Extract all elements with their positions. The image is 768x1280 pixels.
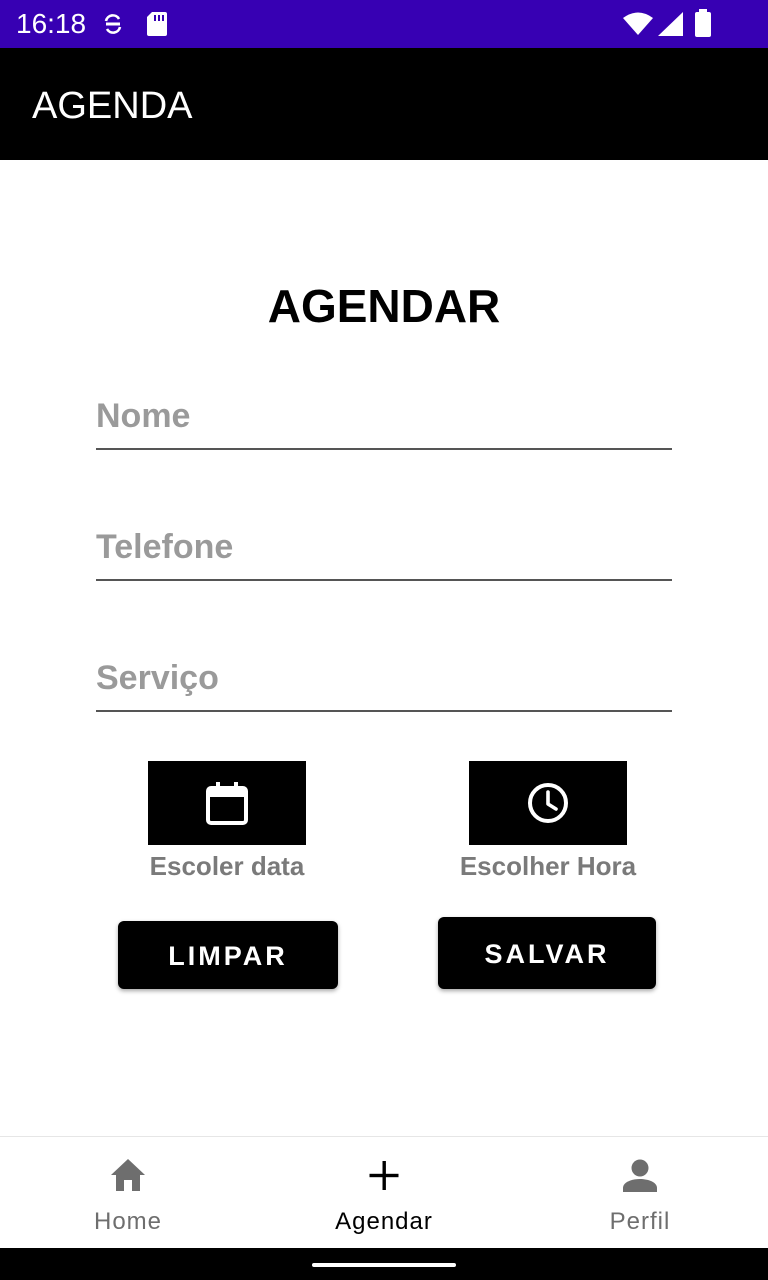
app-title: AGENDA [32,85,193,127]
date-picker-button[interactable] [148,761,306,845]
nav-label-perfil: Perfil [609,1208,671,1235]
telefone-input[interactable] [96,523,672,579]
time-picker-label: Escolher Hora [459,851,637,881]
nome-field [96,392,672,450]
nav-label-agendar: Agendar [335,1208,433,1235]
app-bar: AGENDA [0,48,768,160]
clock-icon [528,783,568,823]
save-button[interactable]: SALVAR [438,917,656,989]
nav-item-perfil[interactable]: Perfil [512,1137,768,1249]
nav-label-home: Home [93,1208,163,1235]
nav-item-home[interactable]: Home [0,1137,256,1249]
gesture-handle[interactable] [312,1263,456,1267]
person-icon [623,1159,657,1192]
wifi-icon [623,12,653,35]
battery-icon [695,9,711,37]
date-picker-label: Escoler data [149,851,305,881]
clear-button[interactable]: LIMPAR [118,921,338,989]
sd-card-icon [147,12,167,36]
sync-icon [104,14,122,34]
time-picker-button[interactable] [469,761,627,845]
telefone-field [96,523,672,581]
bottom-nav: Home Agendar Perfil [0,1136,768,1248]
cell-signal-icon [658,12,683,36]
home-icon [111,1159,145,1191]
status-time: 16:18 [16,8,87,39]
page-title: AGENDAR [267,280,501,332]
servico-input[interactable] [96,654,672,710]
gesture-bar [0,1248,768,1280]
nav-item-agendar[interactable]: Agendar [256,1137,512,1249]
status-bar: 16:18 [0,0,768,48]
calendar-icon [206,782,248,825]
servico-field [96,654,672,712]
nome-input[interactable] [96,392,672,448]
plus-icon [369,1161,399,1190]
